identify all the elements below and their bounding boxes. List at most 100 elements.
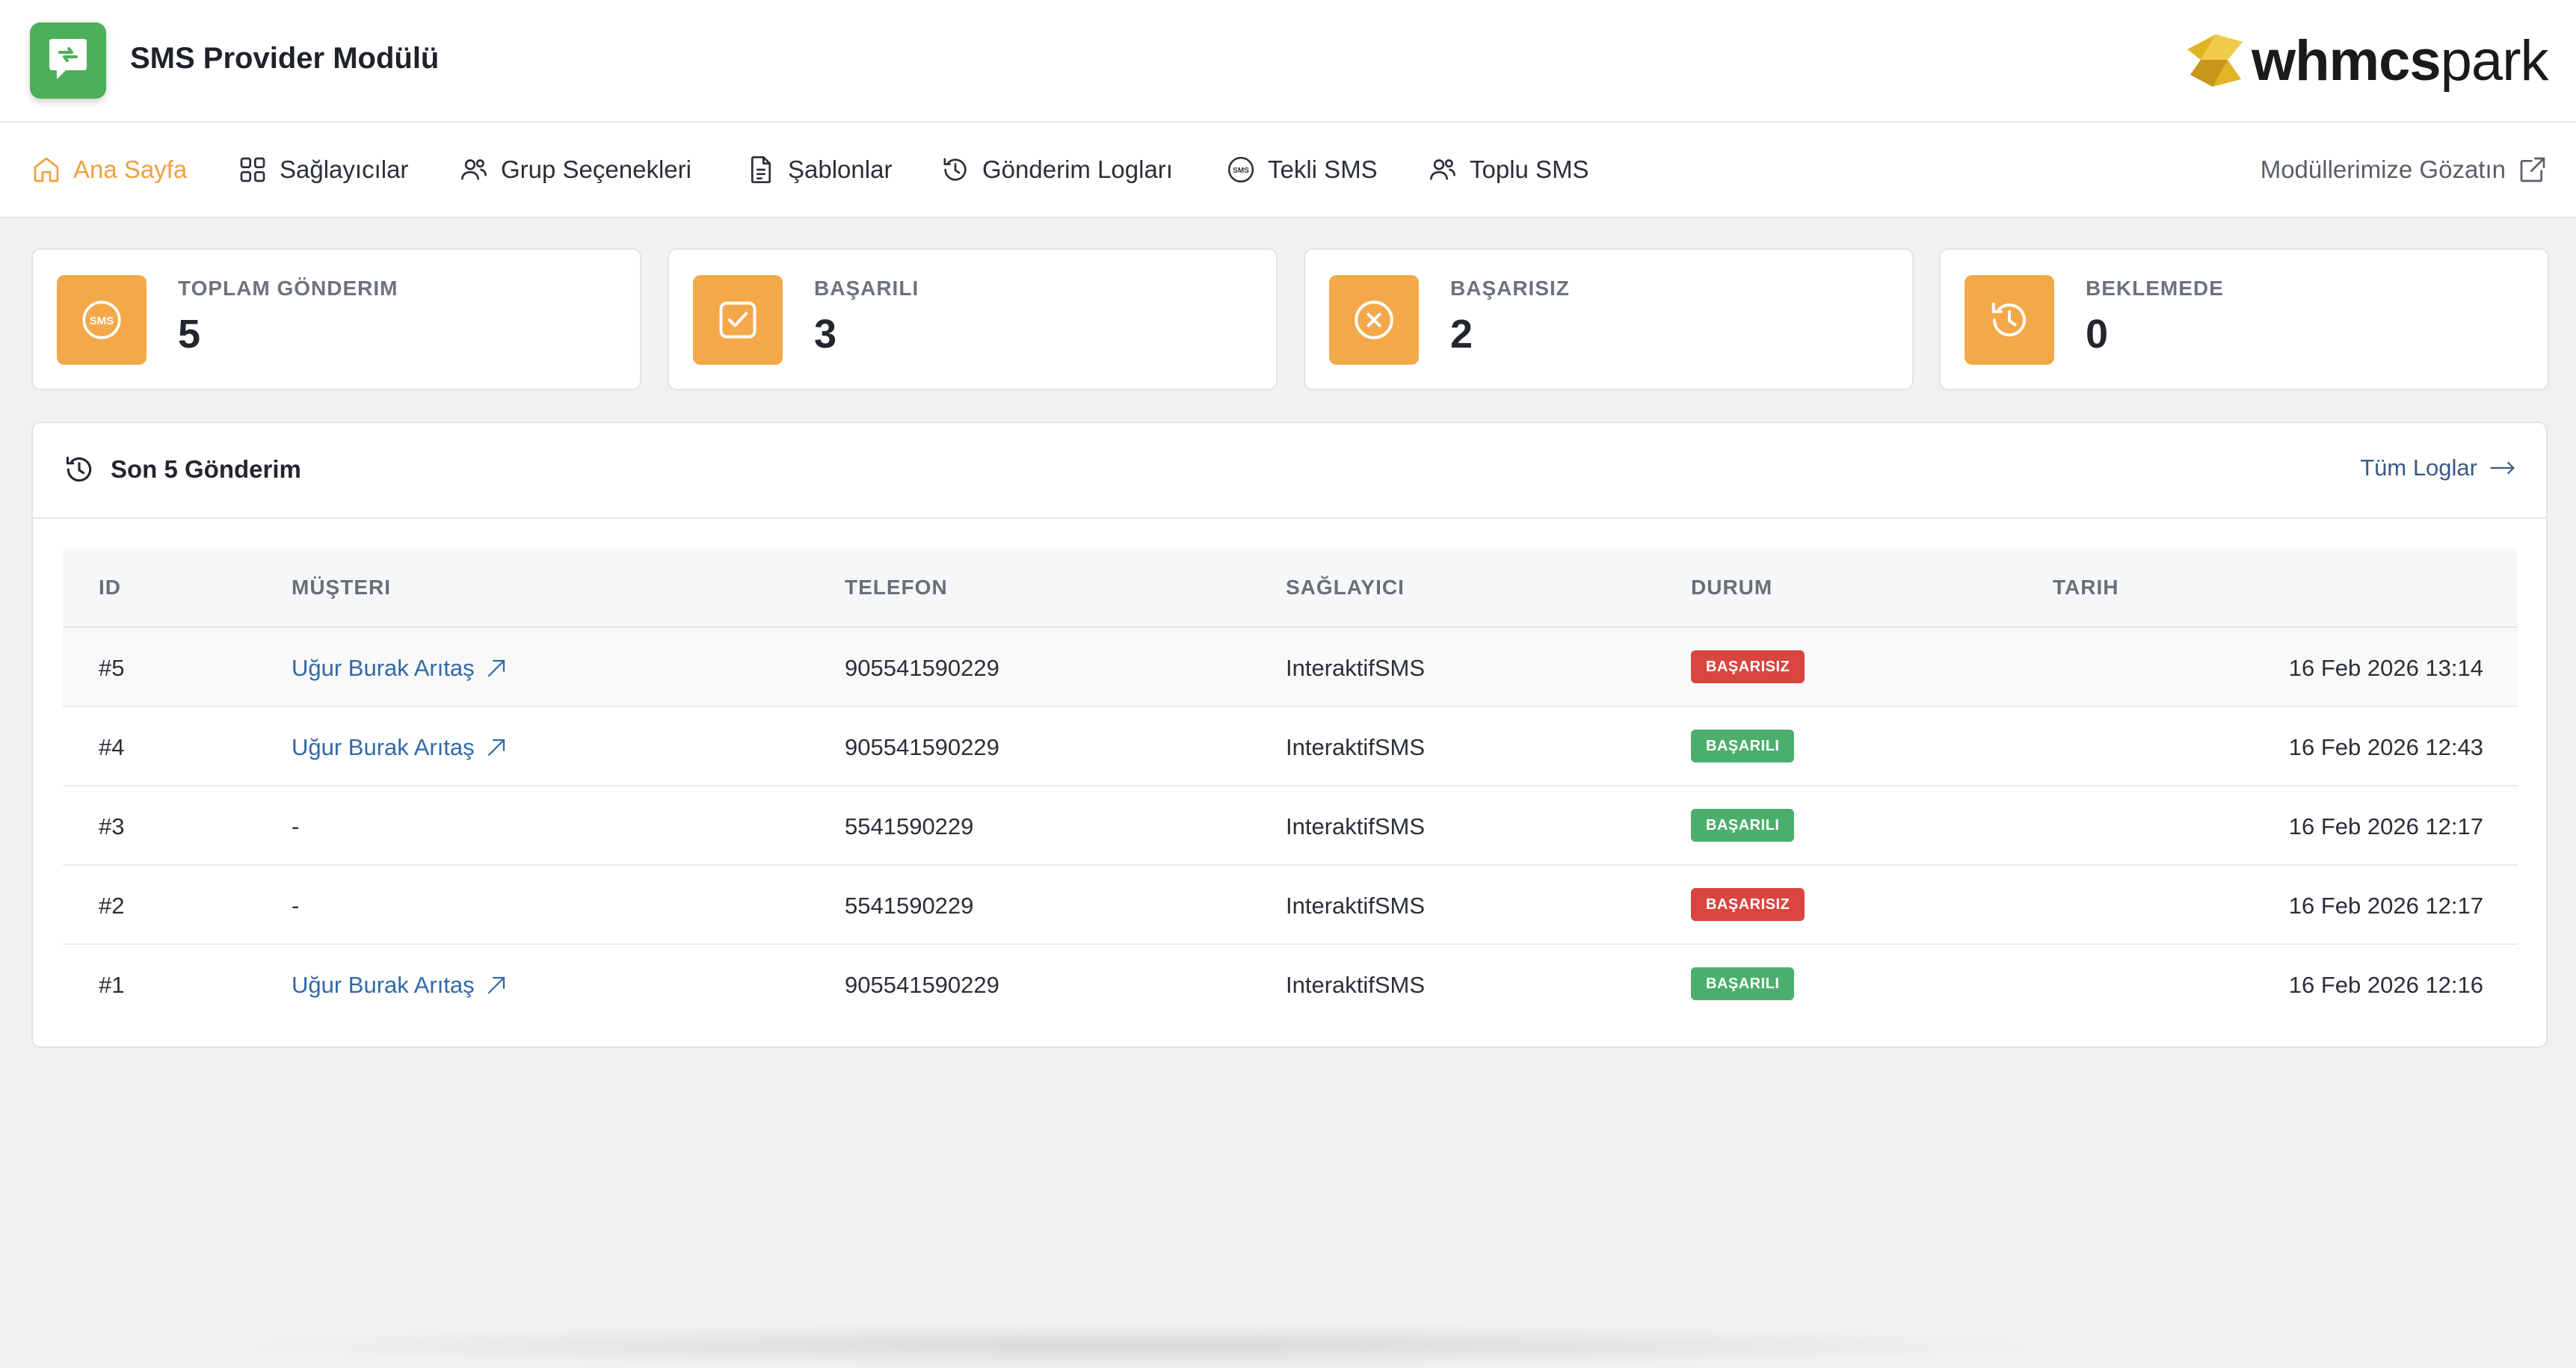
customer-link[interactable]: Uğur Burak Arıtaş (292, 734, 508, 761)
column-header-provider[interactable]: SAĞLAYICI (1286, 576, 1405, 600)
nav-label: Grup Seçenekleri (501, 155, 691, 183)
cell-id: #5 (99, 655, 125, 681)
stat-label: BAŞARISIZ (1450, 277, 1570, 300)
status-badge: BAŞARILI (1691, 967, 1795, 1000)
stat-label: TOPLAM GÖNDERIM (178, 277, 398, 300)
brand-wordmark: whmcspark (2252, 29, 2548, 93)
brand-mark-icon (2187, 34, 2243, 87)
app-logo-icon[interactable] (30, 22, 106, 99)
sms-bubble-icon: SMS (57, 275, 147, 365)
check-square-icon (693, 275, 783, 365)
stat-value: 5 (178, 312, 201, 357)
cell-date: 16 Feb 2026 12:17 (2288, 813, 2483, 839)
cell-date: 16 Feb 2026 13:14 (2288, 655, 2483, 681)
brand-logo[interactable]: whmcspark (2183, 27, 2549, 94)
cell-id: #1 (99, 972, 125, 998)
cell-provider: InteraktifSMS (1286, 972, 1426, 998)
stat-value: 2 (1450, 312, 1473, 357)
nav-label: Tekli SMS (1268, 155, 1378, 183)
stat-value: 0 (2086, 312, 2109, 357)
cell-date: 16 Feb 2026 12:16 (2288, 972, 2483, 998)
cell-phone: 5541590229 (845, 893, 974, 919)
history-icon (66, 456, 92, 482)
nav-label: Şablonlar (788, 155, 893, 183)
all-logs-link[interactable]: Tüm Loglar (2360, 455, 2516, 481)
customer-link[interactable]: Uğur Burak Arıtaş (292, 972, 508, 999)
status-badge: BAŞARILI (1691, 730, 1795, 762)
cell-id: #4 (99, 734, 125, 760)
panel-header: Son 5 Gönderim Tüm Loglar (33, 423, 2546, 519)
stat-value: 3 (814, 312, 837, 357)
cell-phone: 905541590229 (845, 734, 999, 760)
cell-phone: 905541590229 (845, 972, 999, 998)
document-icon (751, 156, 771, 184)
window-bottom-shadow (224, 1323, 2056, 1368)
status-badge: BAŞARISIZ (1691, 650, 1805, 683)
table-row[interactable]: #1 Uğur Burak Arıtaş 905541590229 Intera… (63, 945, 2518, 1023)
cell-phone: 5541590229 (845, 813, 974, 839)
x-circle-icon (1329, 275, 1419, 365)
stat-card-pending: BEKLEMEDE 0 (1939, 248, 2549, 390)
all-logs-label: Tüm Loglar (2360, 455, 2477, 481)
history-icon (943, 158, 967, 181)
nav-label: Sağlayıcılar (280, 155, 409, 183)
users-icon (1429, 159, 1456, 180)
column-header-status[interactable]: DURUM (1691, 576, 1772, 600)
nav-item-ana-sayfa[interactable]: Ana Sayfa (31, 123, 187, 217)
status-badge: BAŞARILI (1691, 809, 1795, 842)
panel-title-text: Son 5 Gönderim (111, 455, 301, 483)
svg-text:SMS: SMS (90, 315, 114, 327)
cell-provider: InteraktifSMS (1286, 655, 1426, 681)
cell-customer: - (292, 893, 300, 919)
nav-item-sablonlar[interactable]: Şablonlar (746, 123, 892, 217)
sms-icon: SMS (1227, 156, 1254, 183)
customer-name: Uğur Burak Arıtaş (292, 972, 475, 998)
svg-text:SMS: SMS (1233, 167, 1249, 175)
cell-date: 16 Feb 2026 12:43 (2288, 734, 2483, 760)
column-header-phone[interactable]: TELEFON (845, 576, 948, 600)
table-row[interactable]: #2 - 5541590229 InteraktifSMS BAŞARISIZ … (63, 866, 2518, 945)
nav-item-toplu-sms[interactable]: Toplu SMS (1428, 123, 1589, 217)
external-link-label: Modüllerimize Gözatın (2260, 155, 2506, 183)
nav-label: Toplu SMS (1470, 155, 1589, 183)
table-row[interactable]: #4 Uğur Burak Arıtaş 905541590229 Intera… (63, 707, 2518, 786)
cell-date: 16 Feb 2026 12:17 (2288, 893, 2483, 919)
status-badge: BAŞARISIZ (1691, 888, 1805, 921)
cell-id: #2 (99, 893, 125, 919)
table-header-row: ID MÜŞTERI TELEFON SAĞLAYICI DURUM TARIH (63, 549, 2518, 628)
cell-provider: InteraktifSMS (1286, 813, 1426, 839)
table-row[interactable]: #3 - 5541590229 InteraktifSMS BAŞARILI 1… (63, 786, 2518, 866)
stat-label: BEKLEMEDE (2086, 277, 2224, 300)
customer-link[interactable]: Uğur Burak Arıtaş (292, 655, 508, 682)
nav-item-saglayicilar[interactable]: Sağlayıcılar (238, 123, 408, 217)
customer-name: Uğur Burak Arıtaş (292, 734, 475, 760)
app-title: SMS Provider Modülü (130, 42, 440, 75)
external-modules-link[interactable]: Modüllerimize Gözatın (2261, 123, 2548, 217)
main-navbar: Ana Sayfa Sağlayıcılar Grup Seçenekleri … (0, 123, 2576, 218)
nav-item-tekli-sms[interactable]: SMS Tekli SMS (1226, 123, 1378, 217)
arrow-up-right-icon (487, 976, 505, 994)
history-icon (1965, 275, 2054, 365)
column-header-date[interactable]: TARIH (2053, 576, 2119, 600)
nav-label: Ana Sayfa (73, 155, 188, 183)
cell-provider: InteraktifSMS (1286, 893, 1426, 919)
column-header-customer[interactable]: MÜŞTERI (292, 576, 391, 600)
arrow-up-right-icon (487, 739, 505, 757)
app-header: SMS Provider Modülü whmcspark (0, 0, 2576, 123)
cell-id: #3 (99, 813, 125, 839)
nav-item-grup-secenekleri[interactable]: Grup Seçenekleri (459, 123, 691, 217)
home-icon (34, 157, 59, 182)
stat-card-total: SMS TOPLAM GÖNDERIM 5 (31, 248, 641, 390)
grid-icon (240, 157, 265, 182)
stat-label: BAŞARILI (814, 277, 919, 300)
recent-sends-panel: Son 5 Gönderim Tüm Loglar ID MÜŞTERI TEL… (31, 422, 2548, 1048)
cell-customer: - (292, 813, 300, 839)
cell-phone: 905541590229 (845, 655, 999, 681)
table-row[interactable]: #5 Uğur Burak Arıtaş 905541590229 Intera… (63, 628, 2518, 707)
column-header-id[interactable]: ID (99, 576, 121, 600)
cell-provider: InteraktifSMS (1286, 734, 1426, 760)
stat-card-failed: BAŞARISIZ 2 (1304, 248, 1914, 390)
recent-sends-table: ID MÜŞTERI TELEFON SAĞLAYICI DURUM TARIH… (63, 549, 2518, 1023)
stat-card-success: BAŞARILI 3 (668, 248, 1278, 390)
nav-item-gonderim-loglari[interactable]: Gönderim Logları (940, 123, 1173, 217)
